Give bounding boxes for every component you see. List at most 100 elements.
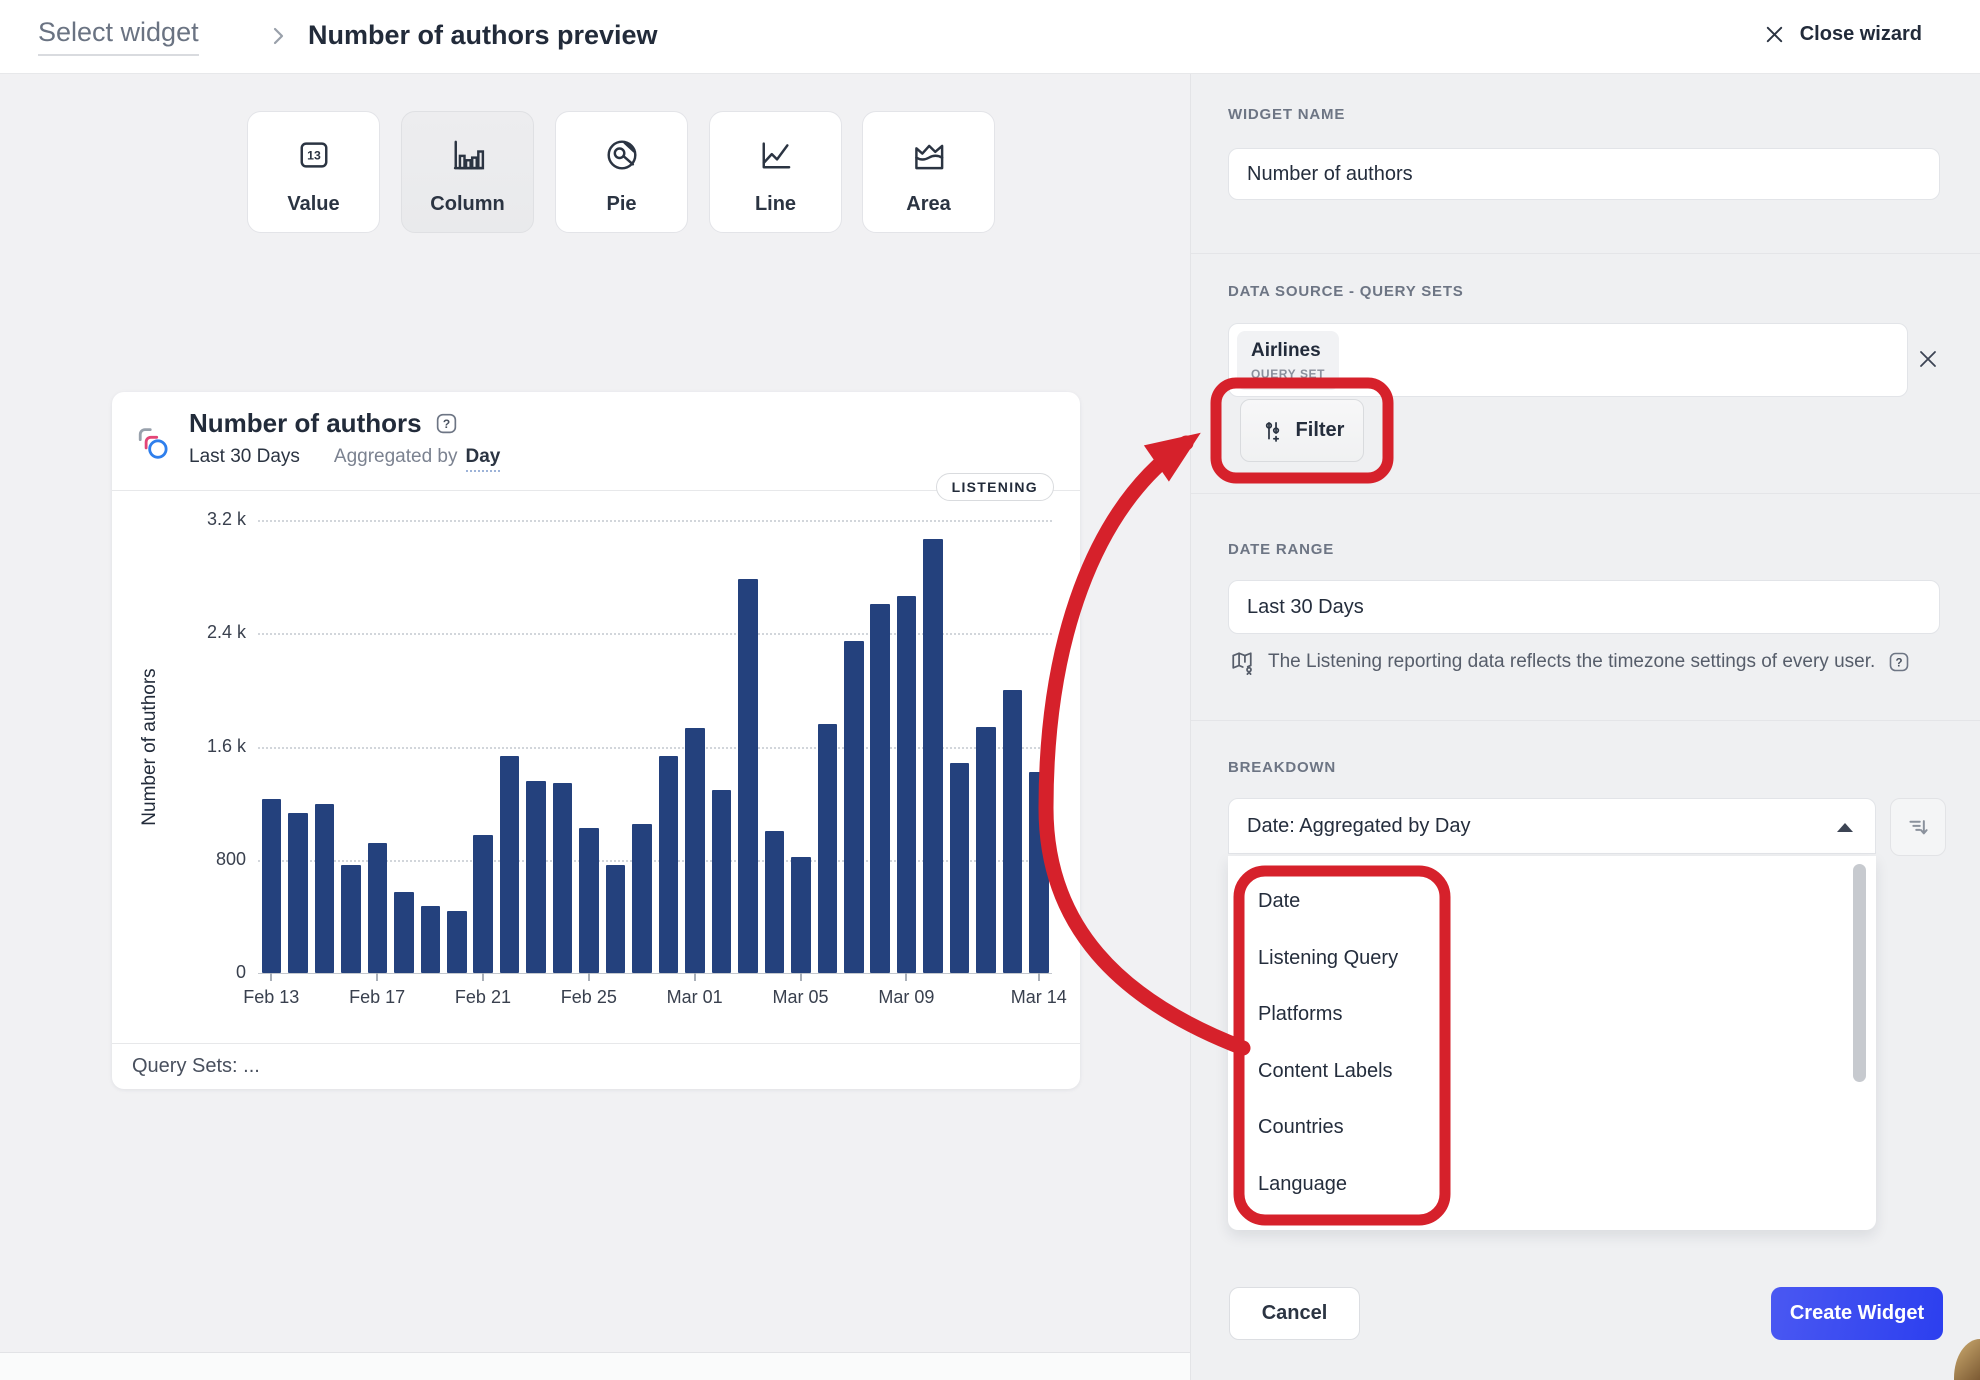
query-set-name: Airlines xyxy=(1251,340,1325,362)
breakdown-option-language[interactable]: Language xyxy=(1258,1173,1347,1196)
y-tick-label: 0 xyxy=(236,962,246,983)
chart-plot: Feb 13Feb 17Feb 21Feb 25Mar 01Mar 05Mar … xyxy=(258,520,1052,974)
x-tick xyxy=(482,973,484,981)
breakdown-dropdown: Date Listening Query Platforms Content Labe… xyxy=(1228,856,1876,1230)
y-tick-label: 3.2 k xyxy=(207,509,246,530)
breakdown-option-countries[interactable]: Countries xyxy=(1258,1116,1344,1139)
section-divider xyxy=(1191,720,1980,721)
breakdown-options-list: Date Listening Query Platforms Content Labe… xyxy=(1228,856,1876,1230)
filter-label: Filter xyxy=(1296,419,1345,442)
svg-text:?: ? xyxy=(1896,657,1903,669)
x-tick xyxy=(1038,973,1040,981)
x-axis: Feb 13Feb 17Feb 21Feb 25Mar 01Mar 05Mar … xyxy=(258,520,1052,973)
listening-badge: LISTENING xyxy=(936,473,1054,501)
chart-range: Last 30 Days xyxy=(189,446,300,468)
aggregated-by-value[interactable]: Day xyxy=(466,446,501,472)
breakdown-label: BREAKDOWN xyxy=(1228,759,1336,776)
breakdown-option-platforms[interactable]: Platforms xyxy=(1258,1003,1342,1026)
x-tick-label: Mar 05 xyxy=(773,987,829,1008)
pie-widget-icon xyxy=(601,134,643,176)
dropdown-scrollbar[interactable] xyxy=(1853,864,1866,1082)
date-range-value: Last 30 Days xyxy=(1247,596,1364,619)
widget-type-value[interactable]: 13 Value xyxy=(247,111,380,233)
area-widget-icon xyxy=(908,134,950,176)
chart-title: Number of authors xyxy=(189,408,422,439)
y-tick-label: 2.4 k xyxy=(207,622,246,643)
filter-sliders-icon xyxy=(1260,418,1286,444)
breakdown-select[interactable]: Date: Aggregated by Day xyxy=(1228,798,1876,854)
column-widget-icon xyxy=(447,134,489,176)
remove-query-set-icon[interactable] xyxy=(1916,347,1940,371)
content-below-strip xyxy=(0,1353,1190,1380)
widget-type-label: Area xyxy=(906,193,950,216)
close-icon xyxy=(1763,23,1786,46)
chevron-up-icon xyxy=(1837,823,1853,832)
section-divider xyxy=(1191,493,1980,494)
timezone-map-icon xyxy=(1228,648,1256,676)
widget-type-label: Pie xyxy=(606,193,636,216)
query-sets-footer: Query Sets: ... xyxy=(132,1055,260,1078)
listening-widget-icon xyxy=(132,422,172,462)
widget-wizard: Select widget Number of authors preview … xyxy=(0,0,1980,1380)
breadcrumb-select-widget[interactable]: Select widget xyxy=(38,17,199,56)
chart-preview-card: Number of authors ? Last 30 Days Aggrega… xyxy=(112,392,1080,1089)
x-tick xyxy=(270,973,272,981)
card-footer-divider xyxy=(112,1043,1080,1044)
y-tick-label: 800 xyxy=(216,849,246,870)
widget-type-pie[interactable]: Pie xyxy=(555,111,688,233)
x-tick xyxy=(376,973,378,981)
x-tick-label: Mar 01 xyxy=(667,987,723,1008)
widget-name-label: WIDGET NAME xyxy=(1228,106,1345,123)
y-axis-labels: 3.2 k2.4 k1.6 k8000 xyxy=(152,520,246,973)
breakdown-option-content-labels[interactable]: Content Labels xyxy=(1258,1060,1393,1083)
page-title: Number of authors preview xyxy=(308,20,658,51)
widget-type-area[interactable]: Area xyxy=(862,111,995,233)
close-wizard-label: Close wizard xyxy=(1800,23,1922,46)
sort-descending-icon xyxy=(1904,813,1932,841)
card-header-divider xyxy=(112,490,1080,491)
x-tick-label: Feb 17 xyxy=(349,987,405,1008)
widget-name-input[interactable]: Number of authors xyxy=(1228,148,1940,200)
breadcrumb-chevron-icon xyxy=(266,24,290,48)
y-tick-label: 1.6 k xyxy=(207,736,246,757)
svg-text:13: 13 xyxy=(307,149,321,163)
svg-text:?: ? xyxy=(442,417,449,431)
query-set-type: QUERY SET xyxy=(1251,367,1325,381)
x-tick xyxy=(905,973,907,981)
widget-type-column[interactable]: Column xyxy=(401,111,534,233)
date-range-label: DATE RANGE xyxy=(1228,541,1334,558)
sort-order-button[interactable] xyxy=(1890,798,1946,856)
close-wizard-button[interactable]: Close wizard xyxy=(1763,23,1922,46)
x-tick xyxy=(588,973,590,981)
query-set-box[interactable]: Airlines QUERY SET xyxy=(1228,323,1908,397)
line-widget-icon xyxy=(755,134,797,176)
date-range-input[interactable]: Last 30 Days xyxy=(1228,580,1940,634)
x-tick-label: Feb 13 xyxy=(243,987,299,1008)
x-tick-label: Mar 14 xyxy=(1011,987,1067,1008)
x-tick xyxy=(694,973,696,981)
help-icon[interactable]: ? xyxy=(434,411,459,436)
x-tick-label: Mar 09 xyxy=(878,987,934,1008)
top-bar: Select widget Number of authors preview … xyxy=(0,0,1980,74)
widget-type-label: Column xyxy=(430,193,504,216)
breakdown-option-listening-query[interactable]: Listening Query xyxy=(1258,947,1398,970)
x-tick-label: Feb 21 xyxy=(455,987,511,1008)
x-tick xyxy=(800,973,802,981)
breakdown-option-date[interactable]: Date xyxy=(1258,890,1300,913)
help-icon[interactable]: ? xyxy=(1887,650,1911,674)
timezone-note: The Listening reporting data reflects th… xyxy=(1268,651,1875,673)
section-divider xyxy=(1191,253,1980,254)
aggregated-by-label: Aggregated by xyxy=(334,446,458,468)
query-set-chip[interactable]: Airlines QUERY SET xyxy=(1237,331,1339,390)
create-widget-button[interactable]: Create Widget xyxy=(1771,1287,1943,1340)
value-widget-icon: 13 xyxy=(293,134,335,176)
widget-name-value: Number of authors xyxy=(1247,163,1413,186)
widget-type-label: Value xyxy=(287,193,339,216)
cancel-button[interactable]: Cancel xyxy=(1229,1287,1360,1340)
x-tick-label: Feb 25 xyxy=(561,987,617,1008)
filter-button[interactable]: Filter xyxy=(1240,399,1364,462)
widget-type-line[interactable]: Line xyxy=(709,111,842,233)
widget-type-label: Line xyxy=(755,193,796,216)
data-source-label: DATA SOURCE - QUERY SETS xyxy=(1228,283,1464,300)
breakdown-value: Date: Aggregated by Day xyxy=(1247,815,1470,838)
